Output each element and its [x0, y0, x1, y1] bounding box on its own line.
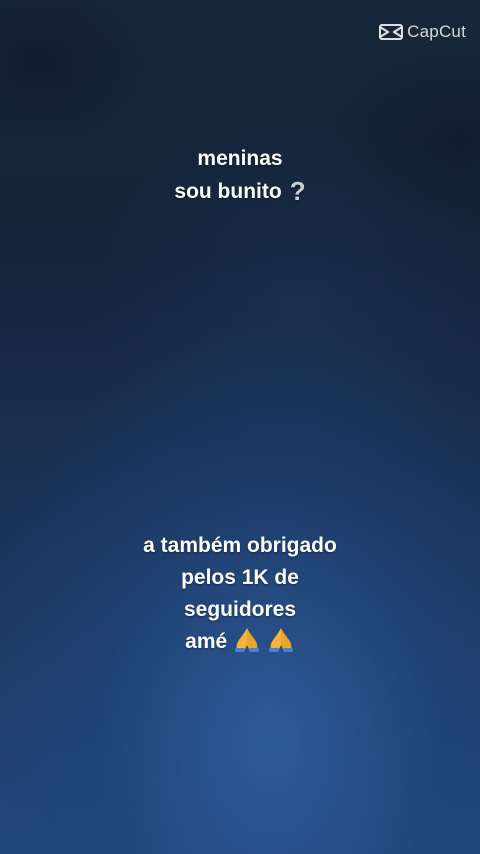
caption-top-line-2-text: sou bunito	[174, 180, 282, 203]
caption-bottom-line-4: amé	[0, 626, 480, 658]
video-frame: CapCut meninas sou bunito? a também obri…	[0, 0, 480, 854]
caption-bottom-line-2: pelos 1K de	[181, 566, 299, 589]
watermark-label: CapCut	[407, 22, 466, 41]
caption-bottom-line-4-text: amé	[185, 630, 228, 653]
background-shading	[0, 0, 480, 854]
caption-bottom-line-3: seguidores	[183, 598, 297, 621]
caption-top-line-2: sou bunito?	[0, 175, 480, 208]
caption-bottom-line-1: a também obrigado	[143, 534, 337, 557]
caption-bottom: a também obrigado pelos 1K de seguidores…	[0, 530, 480, 658]
capcut-watermark: CapCut	[378, 22, 466, 42]
question-mark-icon: ?	[289, 176, 306, 206]
folded-hands-icon	[235, 628, 260, 652]
folded-hands-icon	[268, 628, 293, 652]
caption-top-line-1: meninas	[197, 147, 283, 170]
capcut-logo-icon	[379, 24, 404, 40]
caption-top: meninas sou bunito?	[0, 143, 480, 208]
